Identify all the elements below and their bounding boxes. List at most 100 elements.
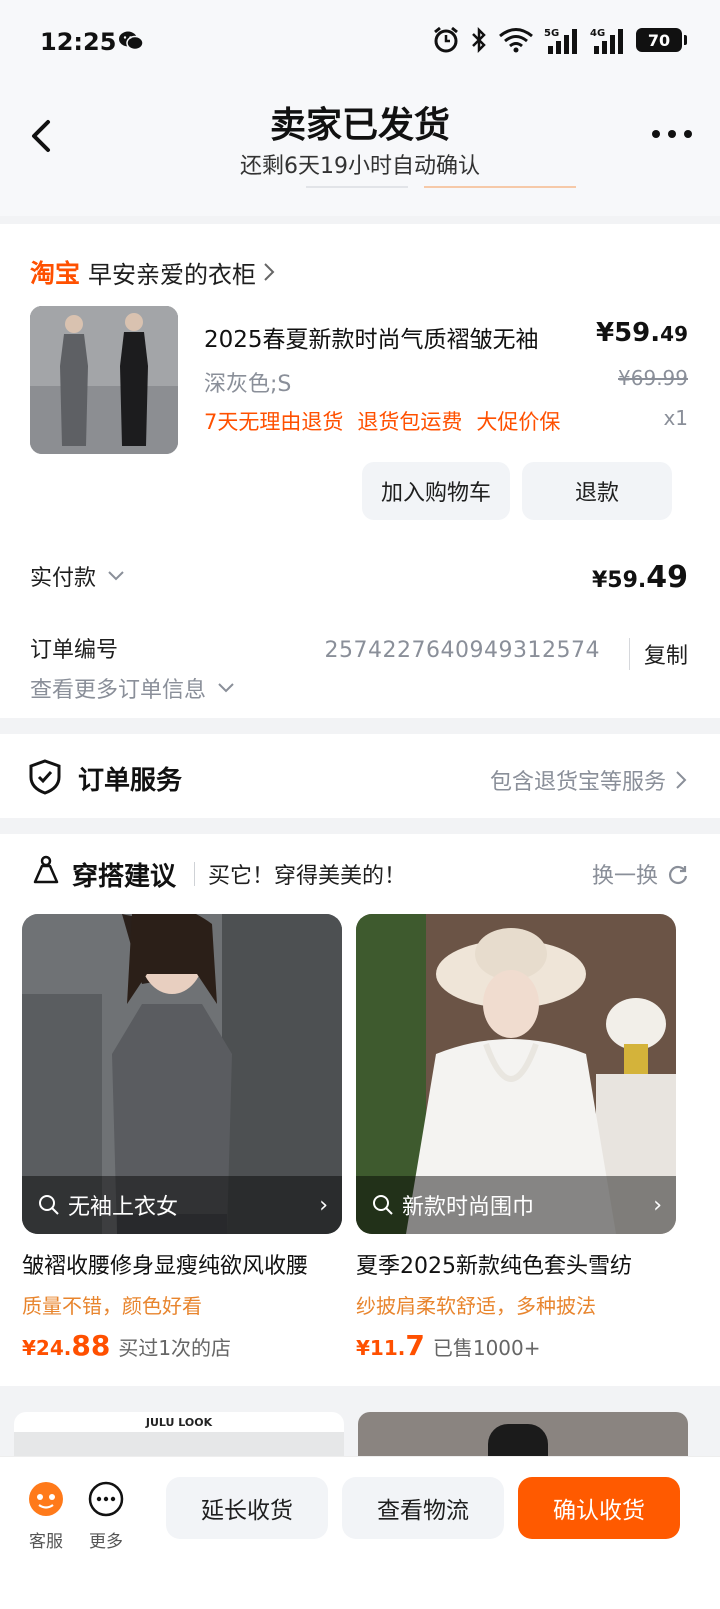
more-circle-icon [88,1481,124,1517]
order-card: 淘宝 早安亲爱的衣柜 2025春夏新款时尚气质褶皱无袖 ¥59.49 深灰色;S… [0,224,720,718]
svg-text:5G: 5G [544,28,559,39]
recommend-meta: 已售1000+ [432,1336,541,1360]
4g-signal-icon: 4G [590,28,623,54]
recommend-review: 质量不错，颜色好看 [22,1294,202,1318]
outfit-recommendation-section: 穿搭建议 买它！穿得美美的！ 换一换 无袖上衣女 › 皱褶收腰修身显瘦纯欲风收腰… [0,834,720,1386]
brand-label: JULU LOOK [145,1416,213,1429]
progress-line-left [306,186,408,188]
product-price-decimal: 49 [660,322,688,346]
order-service-summary: 包含退货宝等服务 [490,764,688,796]
search-icon [373,1195,393,1215]
more-options-icon[interactable] [650,126,694,142]
product-quantity: x1 [663,406,688,430]
chevron-right-icon: › [319,1192,328,1218]
chevron-right-icon [676,771,687,789]
shop-name: 早安亲爱的衣柜 [88,260,257,289]
outfit-section-title: 穿搭建议 [72,862,177,892]
search-suggestion-label: 新款时尚围巾 [402,1195,535,1220]
recommend-price-decimal: 7 [405,1329,425,1362]
auto-confirm-countdown: 还剩6天19小时自动确认 [240,154,480,179]
svg-text:4G: 4G [590,28,605,39]
shop-link[interactable]: 淘宝 早安亲爱的衣柜 [30,254,276,290]
chevron-right-icon: › [653,1192,662,1218]
order-number-label: 订单编号 [30,638,119,663]
refresh-button[interactable]: 换一换 [592,858,690,890]
original-price: ¥69.99 [618,366,688,390]
view-logistics-button[interactable]: 查看物流 [342,1477,504,1539]
product-title[interactable]: 2025春夏新款时尚气质褶皱无袖 [204,320,539,354]
customer-service-icon [29,1482,63,1516]
taobao-logo: 淘宝 [30,259,81,288]
customer-service-button[interactable]: 客服 [16,1479,76,1552]
order-service-row[interactable]: 订单服务 包含退货宝等服务 [0,734,720,818]
recommend-card-2[interactable]: 新款时尚围巾 › 夏季2025新款纯色套头雪纺 纱披肩柔软舒适，多种披法 ¥11… [356,914,676,1362]
confirm-receipt-button[interactable]: 确认收货 [518,1477,680,1539]
refresh-icon [668,865,688,885]
copy-order-number-button[interactable]: 复制 [628,638,688,670]
tag-price-protection: 大促价保 [476,410,561,434]
wechat-icon [119,31,144,51]
extend-receipt-button[interactable]: 延长收货 [166,1477,328,1539]
tag-free-return-shipping: 退货包运费 [357,410,463,434]
outfit-dress-icon [33,855,59,884]
recommend-meta: 买过1次的店 [118,1336,232,1360]
bottom-action-bar: 客服 更多 延长收货 查看物流 确认收货 [0,1456,720,1609]
search-suggestion-2[interactable]: 新款时尚围巾 › [356,1176,676,1234]
wifi-icon [499,28,533,53]
status-bar: 12:25 5G 4G 70 [0,0,720,84]
recommend-price: ¥24.88 [22,1329,110,1362]
battery-level: 70 [647,30,671,50]
more-order-info-label: 查看更多订单信息 [30,678,207,703]
refresh-label: 换一换 [591,864,658,889]
recommend-image-2[interactable]: 新款时尚围巾 › [356,914,676,1234]
order-number: 2574227640949312574 [324,638,600,663]
chevron-down-icon [218,683,234,693]
order-service-summary-text: 包含退货宝等服务 [489,770,666,795]
tag-return-7day: 7天无理由退货 [204,410,344,434]
more-button[interactable]: 更多 [76,1479,136,1552]
customer-service-label: 客服 [29,1532,63,1552]
page-title: 卖家已发货 [269,105,450,146]
paid-amount-toggle[interactable]: 实付款 [30,560,126,592]
5g-signal-icon: 5G [544,28,577,54]
search-suggestion-1[interactable]: 无袖上衣女 › [22,1176,342,1234]
chevron-right-icon [264,263,275,281]
product-sku: 深灰色;S [204,372,292,397]
progress-line-right [424,186,576,188]
paid-amount-main: ¥59. [591,568,647,593]
recommend-price-row: ¥11.7 已售1000+ [356,1329,676,1362]
search-suggestion-label: 无袖上衣女 [68,1195,179,1220]
page-header: 卖家已发货 还剩6天19小时自动确认 [0,84,720,216]
status-time: 12:25 [40,28,117,56]
recommend-title: 皱褶收腰修身显瘦纯欲风收腰 [22,1254,309,1279]
product-image[interactable] [30,306,178,454]
product-price-main: ¥59. [596,318,661,348]
more-order-info-toggle[interactable]: 查看更多订单信息 [30,672,236,704]
recommend-card-1[interactable]: 无袖上衣女 › 皱褶收腰修身显瘦纯欲风收腰 质量不错，颜色好看 ¥24.88 买… [22,914,342,1362]
title-divider [194,862,195,886]
recommend-price-main: ¥11. [356,1336,406,1360]
recommend-review: 纱披肩柔软舒适，多种披法 [356,1294,596,1318]
refund-button[interactable]: 退款 [522,462,672,520]
add-to-cart-button[interactable]: 加入购物车 [362,462,510,520]
recommend-price: ¥11.7 [356,1329,425,1362]
outfit-section-subtitle: 买它！穿得美美的！ [208,864,407,889]
search-icon [39,1195,59,1215]
service-tags: 7天无理由退货 退货包运费 大促价保 [204,406,560,436]
more-label: 更多 [89,1532,123,1552]
bluetooth-icon [472,26,486,54]
paid-amount-decimal: 49 [646,560,688,595]
paid-label: 实付款 [30,566,97,591]
recommend-price-main: ¥24. [22,1336,72,1360]
paid-amount: ¥59.49 [592,560,688,595]
recommend-price-row: ¥24.88 买过1次的店 [22,1329,342,1362]
recommend-image-1[interactable]: 无袖上衣女 › [22,914,342,1234]
chevron-down-icon [108,571,124,581]
recommend-title: 夏季2025新款纯色套头雪纺 [356,1254,632,1279]
battery-icon: 70 [636,28,687,52]
alarm-icon [434,26,458,53]
order-service-title: 订单服务 [78,766,183,796]
recommend-price-decimal: 88 [71,1329,111,1362]
product-price: ¥59.49 [596,318,688,348]
shield-check-icon [29,759,61,795]
